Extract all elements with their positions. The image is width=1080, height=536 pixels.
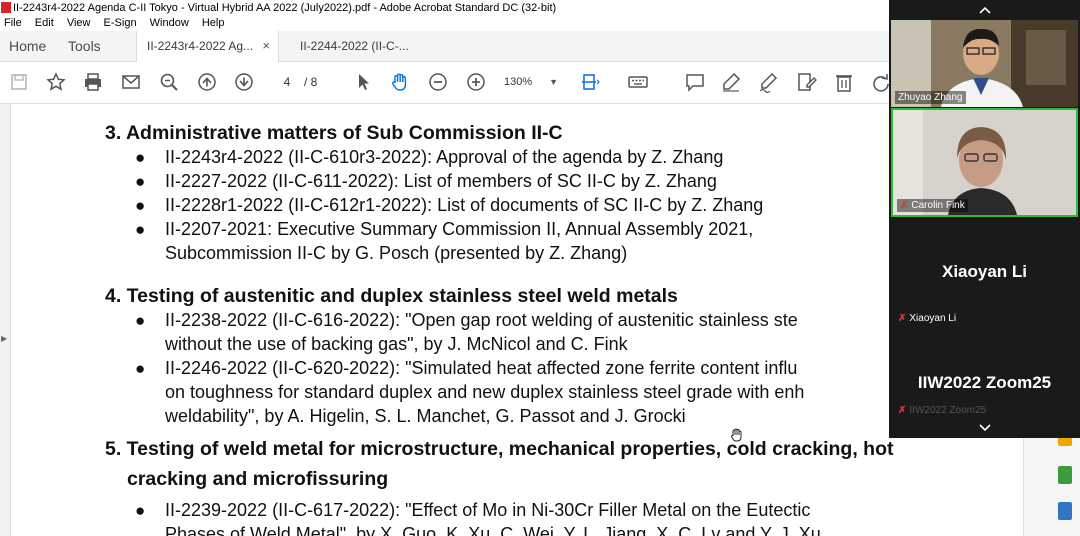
muted-mic-icon: ✗ — [898, 313, 907, 324]
participant-name: IIW2022 Zoom25 — [909, 405, 987, 416]
tool-icon-green[interactable] — [1058, 466, 1072, 484]
bullet-icon: ● — [135, 148, 146, 167]
document-view[interactable]: 3. Administrative matters of Sub Commiss… — [11, 104, 1023, 536]
tool-icon-blue[interactable] — [1058, 502, 1072, 520]
participant-video-tile[interactable]: Zhuyao Zhang — [891, 20, 1078, 107]
zoom-participants-panel: Zhuyao Zhang ✗ Carolin Fink Xiaoyan Li ✗ X… — [889, 0, 1080, 438]
participant-tile-no-video[interactable]: IIW2022 Zoom25 ✗ IIW2022 Zoom25 — [891, 330, 1078, 420]
chevron-down-icon: ▼ — [549, 77, 558, 87]
highlight-icon[interactable] — [720, 71, 742, 93]
menu-help[interactable]: Help — [202, 17, 225, 29]
left-panel-toggle[interactable]: ▶ — [0, 104, 11, 536]
bullet-icon: ● — [135, 220, 146, 239]
print-icon[interactable] — [82, 71, 104, 93]
list-item: II-2227-2022 (II-C-611-2022): List of me… — [165, 171, 717, 191]
edit-pdf-icon[interactable] — [795, 71, 817, 93]
section-heading: 3. Administrative matters of Sub Commiss… — [105, 122, 563, 144]
list-item: II-2239-2022 (II-C-617-2022): "Effect of… — [165, 500, 811, 520]
page-down-icon[interactable] — [233, 71, 255, 93]
participant-name-label: ✗ Xiaoyan Li — [895, 312, 959, 325]
bullet-icon: ● — [135, 501, 146, 520]
tab-document-active[interactable]: II-2243r4-2022 Ag... × — [136, 31, 279, 62]
fit-page-icon[interactable] — [580, 71, 602, 93]
muted-mic-icon: ✗ — [900, 200, 909, 211]
tab-document-label: II-2243r4-2022 Ag... — [147, 39, 254, 53]
participant-tile-no-video[interactable]: Xiaoyan Li ✗ Xiaoyan Li — [891, 219, 1078, 328]
participant-name: Carolin Fink — [911, 200, 965, 211]
hand-cursor-icon — [729, 427, 745, 443]
search-zoom-icon[interactable] — [158, 71, 180, 93]
bullet-icon: ● — [135, 196, 146, 215]
bullet-icon: ● — [135, 359, 146, 378]
participant-video-tile-active[interactable]: ✗ Carolin Fink — [891, 108, 1078, 217]
zoom-level-value: 130% — [504, 76, 533, 88]
zoom-level-select[interactable]: 130% ▼ — [504, 72, 560, 92]
acrobat-pdf-icon — [1, 2, 11, 13]
comment-icon[interactable] — [684, 71, 706, 93]
participant-name-label: ✗ Carolin Fink — [897, 199, 968, 212]
hand-tool-icon[interactable] — [389, 71, 411, 93]
list-item-continuation: without the use of backing gas", by J. M… — [165, 334, 628, 354]
zoom-in-icon[interactable] — [465, 71, 487, 93]
delete-icon[interactable] — [833, 71, 855, 93]
muted-mic-icon: ✗ — [898, 405, 907, 416]
page-number-input[interactable]: 4 — [274, 72, 300, 92]
tab-home[interactable]: Home — [9, 31, 46, 61]
email-icon[interactable] — [120, 71, 142, 93]
list-item-continuation: on toughness for standard duplex and new… — [165, 382, 805, 402]
menu-edit[interactable]: Edit — [35, 17, 54, 29]
participant-name: Xiaoyan Li — [909, 313, 957, 324]
scroll-down-button[interactable] — [889, 418, 1080, 438]
page-total: / 8 — [304, 75, 318, 89]
bullet-icon: ● — [135, 172, 146, 191]
zoom-out-icon[interactable] — [427, 71, 449, 93]
list-item-continuation: weldability", by A. Higelin, S. L. Manch… — [165, 406, 686, 426]
tab-document-label: II-2244-2022 (II-C-... — [300, 39, 409, 53]
keyboard-icon[interactable] — [627, 71, 649, 93]
list-item-continuation: Subcommission II-C by G. Posch (presente… — [165, 243, 628, 263]
window-title: II-2243r4-2022 Agenda C-II Tokyo - Virtu… — [13, 2, 557, 14]
select-cursor-icon[interactable] — [352, 71, 374, 93]
tab-tools[interactable]: Tools — [68, 31, 101, 61]
participant-display-name: Xiaoyan Li — [941, 262, 1028, 281]
menu-window[interactable]: Window — [150, 17, 189, 29]
list-item: II-2243r4-2022 (II-C-610r3-2022): Approv… — [165, 147, 724, 167]
section-heading: 5. Testing of weld metal for microstruct… — [105, 438, 894, 460]
bullet-icon: ● — [135, 311, 146, 330]
list-item: II-2207-2021: Executive Summary Commissi… — [165, 219, 754, 239]
list-item: II-2246-2022 (II-C-620-2022): "Simulated… — [165, 358, 798, 378]
participant-name-label: ✗ IIW2022 Zoom25 — [895, 404, 989, 417]
sign-icon[interactable] — [757, 71, 779, 94]
page-up-icon[interactable] — [196, 71, 218, 93]
chevron-right-icon: ▶ — [1, 334, 8, 343]
section-heading-continuation: cracking and microfissuring — [127, 468, 389, 490]
participant-display-name: IIW2022 Zoom25 — [917, 373, 1052, 392]
save-icon[interactable] — [8, 71, 30, 93]
section-heading: 4. Testing of austenitic and duplex stai… — [105, 285, 678, 307]
tab-document-2[interactable]: II-2244-2022 (II-C-... — [290, 31, 430, 61]
list-item-continuation: Phases of Weld Metal", by X. Guo, K. Xu,… — [165, 524, 821, 536]
tab-close-icon[interactable]: × — [262, 31, 270, 61]
list-item: II-2238-2022 (II-C-616-2022): "Open gap … — [165, 310, 798, 330]
bookmark-star-icon[interactable] — [45, 71, 67, 93]
scroll-up-button[interactable] — [889, 0, 1080, 20]
menu-file[interactable]: File — [4, 17, 22, 29]
participant-name: Zhuyao Zhang — [895, 91, 966, 104]
menu-view[interactable]: View — [67, 17, 91, 29]
menu-esign[interactable]: E-Sign — [104, 17, 137, 29]
list-item: II-2228r1-2022 (II-C-612r1-2022): List o… — [165, 195, 764, 215]
